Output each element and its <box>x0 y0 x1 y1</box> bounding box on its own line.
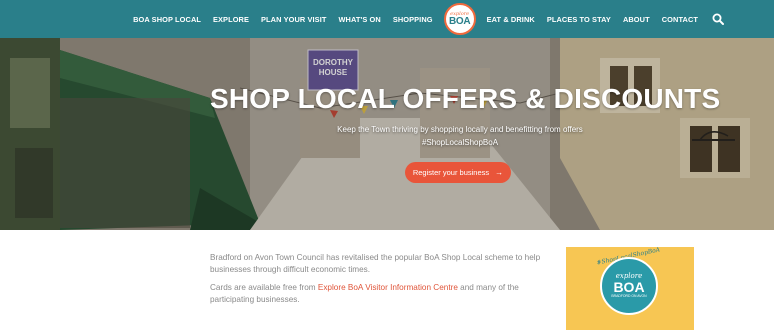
search-icon[interactable] <box>712 13 724 25</box>
nav-boa-shop-local[interactable]: BOA SHOP LOCAL <box>133 15 201 24</box>
register-button-label: Register your business <box>412 168 490 177</box>
card-badge-big: BOA <box>613 279 645 296</box>
card-badge-tag: BRADFORD ON AVON <box>611 294 647 299</box>
card-explore-boa-badge: explore BOA BRADFORD ON AVON <box>600 257 658 315</box>
nav-places-to-stay[interactable]: PLACES TO STAY <box>547 15 611 24</box>
explore-boa-logo[interactable]: explore BOA <box>443 0 477 38</box>
nav-explore[interactable]: EXPLORE <box>213 15 249 24</box>
register-business-button[interactable]: Register your business → <box>405 162 511 183</box>
nav-eat-drink[interactable]: EAT & DRINK <box>487 15 535 24</box>
cards-paragraph: Cards are available free from Explore Bo… <box>210 282 560 306</box>
hero-banner: DOROTHY HOUSE SHOP LOCAL OFFERS & DISCOU… <box>0 38 774 230</box>
top-navigation: BOA SHOP LOCAL EXPLORE PLAN YOUR VISIT W… <box>0 0 774 38</box>
hero-hashtag: #ShopLocalShopBoA <box>421 138 499 147</box>
main-content: Bradford on Avon Town Council has revita… <box>210 252 560 312</box>
logo-badge: explore BOA <box>443 3 476 35</box>
nav-shopping[interactable]: SHOPPING <box>393 15 433 24</box>
nav-plan-your-visit[interactable]: PLAN YOUR VISIT <box>261 15 326 24</box>
arrow-right-icon: → <box>495 168 504 177</box>
shop-local-card-image: #ShopLocalShopBoA explore BOA BRADFORD O… <box>566 247 694 330</box>
cards-text-before: Cards are available free from <box>210 283 318 292</box>
nav-whats-on[interactable]: WHAT'S ON <box>338 15 380 24</box>
visitor-centre-link[interactable]: Explore BoA Visitor Information Centre <box>318 283 458 292</box>
nav-about[interactable]: ABOUT <box>623 15 650 24</box>
logo-big-text: BOA <box>448 15 471 27</box>
nav-contact[interactable]: CONTACT <box>662 15 698 24</box>
intro-paragraph: Bradford on Avon Town Council has revita… <box>210 253 541 274</box>
hero-subtitle: Keep the Town thriving by shopping local… <box>300 123 620 149</box>
hero-title: SHOP LOCAL OFFERS & DISCOUNTS <box>210 83 721 114</box>
hero-subtitle-line-1: Keep the Town thriving by shopping local… <box>337 125 583 134</box>
